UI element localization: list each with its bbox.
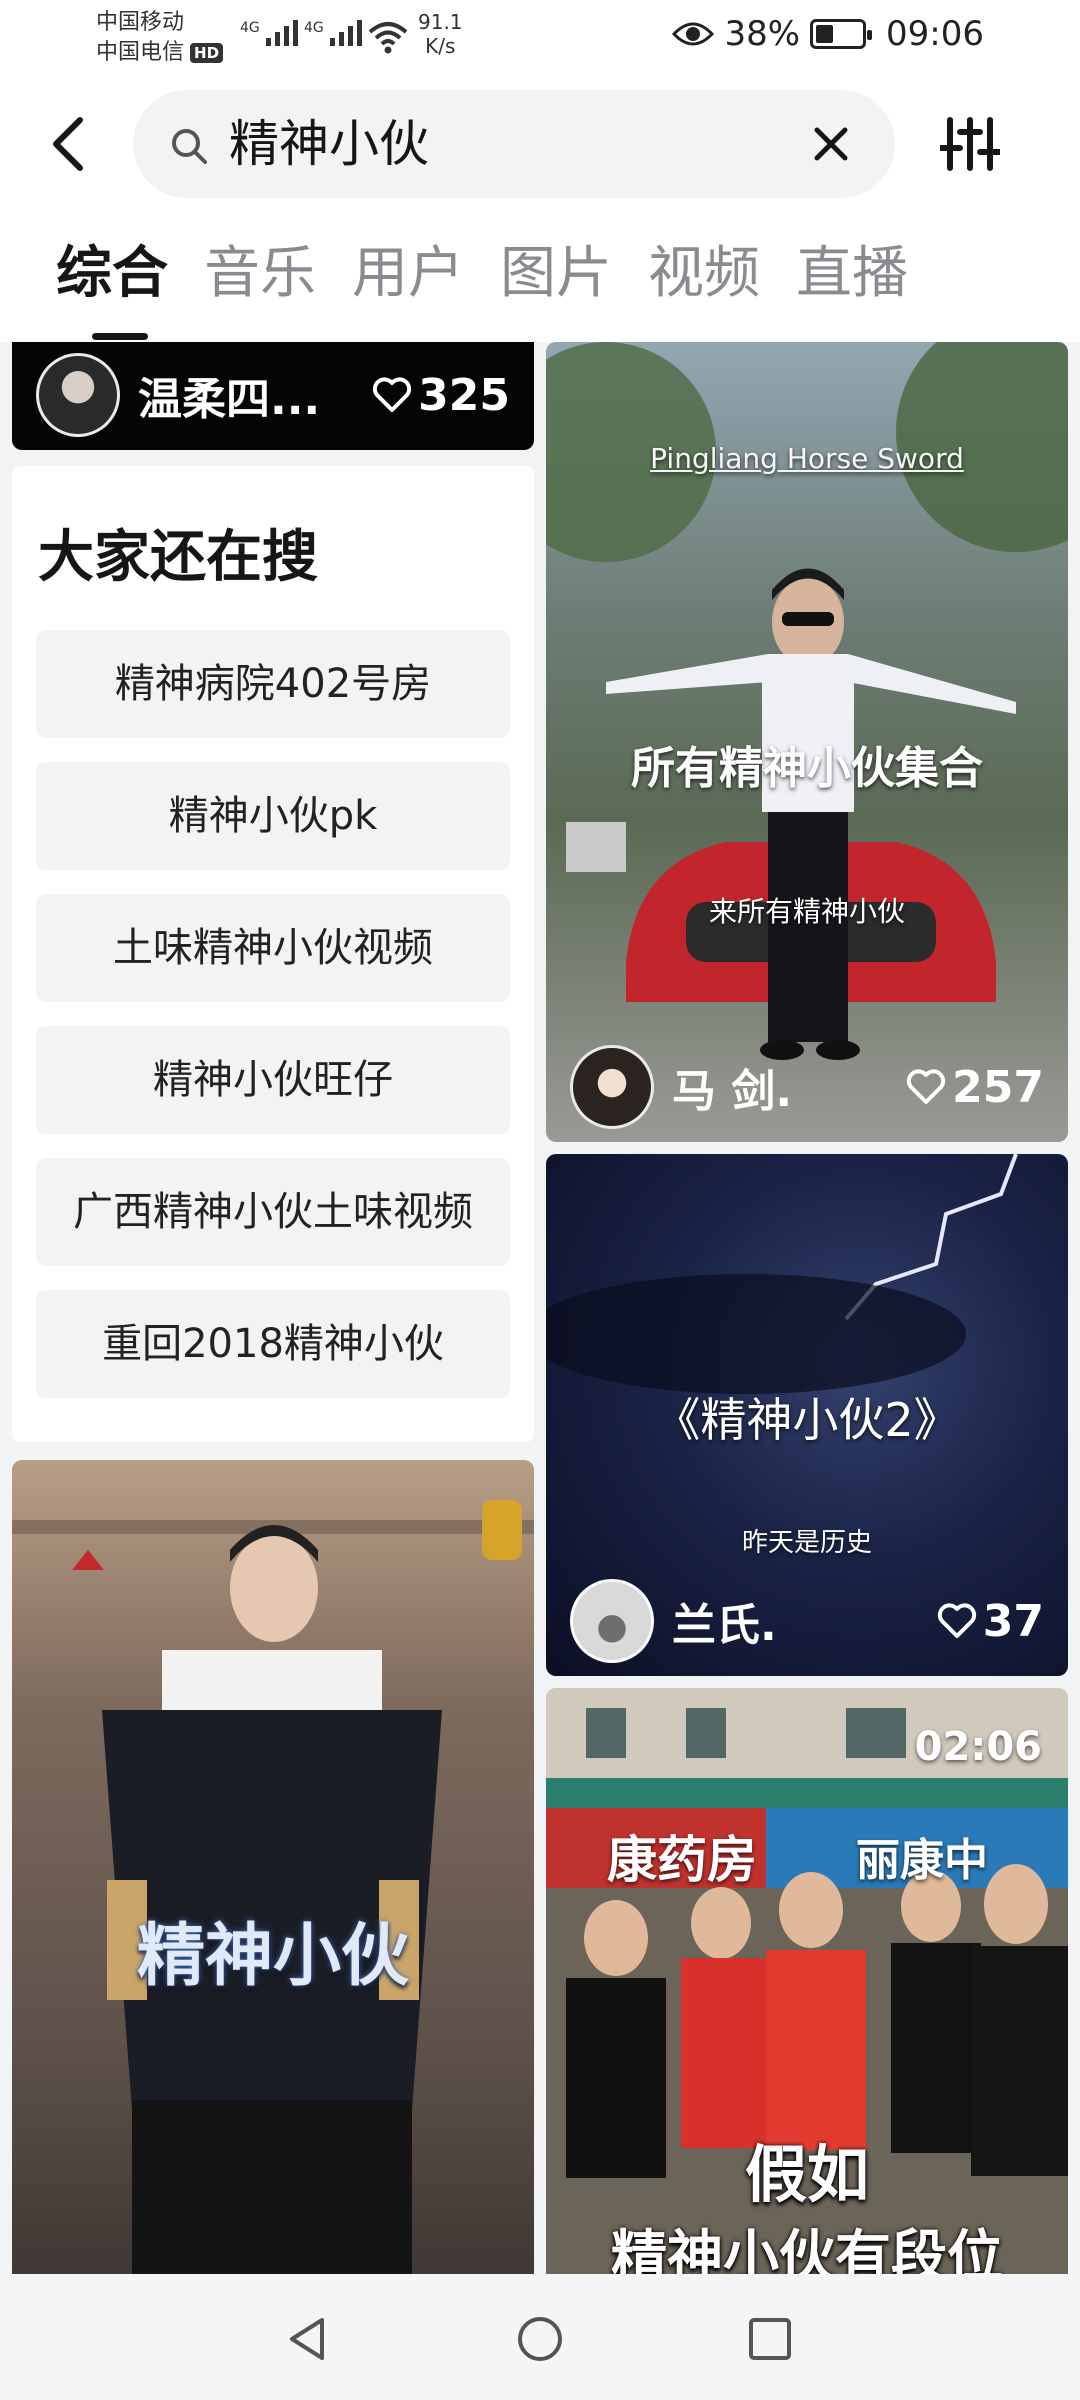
search-box[interactable]: 精神小伙 bbox=[133, 90, 895, 198]
carrier-2: 中国电信 bbox=[96, 40, 185, 65]
video-thumbnail bbox=[12, 1500, 534, 2274]
video-overlay-text: 《精神小伙2》 bbox=[654, 1393, 960, 1447]
nav-home-icon[interactable] bbox=[515, 2314, 565, 2364]
tab-images[interactable]: 图片 bbox=[500, 234, 612, 314]
card-user-strip: 温柔四... 325 bbox=[12, 342, 534, 450]
wifi-icon bbox=[368, 22, 408, 54]
video-card-top[interactable]: 温柔四... 325 bbox=[12, 342, 534, 450]
avatar[interactable] bbox=[570, 1579, 654, 1663]
nav-back-icon[interactable] bbox=[282, 2314, 332, 2364]
video-duration: 02:06 bbox=[914, 1724, 1042, 1770]
speed-unit: K/s bbox=[425, 34, 456, 58]
like-count[interactable]: 325 bbox=[372, 370, 510, 421]
video-card-2[interactable]: 《精神小伙2》 昨天是历史 兰氏. 37 bbox=[546, 1154, 1068, 1676]
avatar[interactable] bbox=[570, 1045, 654, 1129]
related-title: 大家还在搜 bbox=[38, 525, 318, 590]
card-username[interactable]: 马 剑. bbox=[672, 1055, 906, 1119]
tab-users[interactable]: 用户 bbox=[352, 234, 464, 314]
results-feed: 温柔四... 325 大家还在搜 精神病院402号房 精神小伙pk 土味精神小伙… bbox=[0, 342, 1080, 2274]
tab-videos[interactable]: 视频 bbox=[648, 234, 760, 314]
carrier-1: 中国移动 bbox=[96, 10, 185, 35]
card-username[interactable]: 兰氏. bbox=[672, 1589, 937, 1653]
video-subtitle: 昨天是历史 bbox=[741, 1528, 872, 1558]
hd-badge: HD bbox=[190, 43, 224, 63]
tab-music[interactable]: 音乐 bbox=[204, 234, 316, 314]
tab-comprehensive[interactable]: 综合 bbox=[56, 234, 168, 340]
signal-icon-1: 4G bbox=[240, 20, 298, 46]
video-subtitle: 来所有精神小伙 bbox=[708, 895, 905, 928]
video-card-3[interactable]: 02:06 康药房 丽康中 假如 精神小伙有段位 bbox=[546, 1688, 1068, 2274]
network-speed: 91.1 K/s bbox=[418, 10, 463, 58]
video-card-1[interactable]: Pingliang Horse Sword 所有精神小伙集合 来所有精神小伙 马… bbox=[546, 342, 1068, 1142]
clock: 09:06 bbox=[886, 14, 984, 54]
sign-text: Pingliang Horse Sword bbox=[650, 442, 964, 475]
speed-value: 91.1 bbox=[418, 10, 463, 34]
network-type-2: 4G bbox=[304, 20, 324, 36]
shop-sign-text-2: 丽康中 bbox=[856, 1835, 988, 1886]
related-search-item[interactable]: 广西精神小伙土味视频 bbox=[36, 1158, 510, 1266]
heart-icon bbox=[373, 377, 412, 412]
signal-icon-2: 4G bbox=[304, 20, 362, 46]
filter-icon[interactable] bbox=[940, 114, 1000, 174]
category-tabs: 综合 音乐 用户 图片 视频 直播 bbox=[56, 234, 908, 340]
avatar[interactable] bbox=[36, 353, 120, 437]
like-count-value: 257 bbox=[952, 1061, 1044, 1113]
like-count-value: 37 bbox=[982, 1595, 1044, 1647]
card-user-strip: 马 剑. 257 bbox=[546, 1032, 1068, 1142]
card-username[interactable]: 温柔四... bbox=[138, 363, 372, 427]
like-count-value: 325 bbox=[418, 369, 510, 421]
video-overlay-text-2: 精神小伙有段位 bbox=[611, 2225, 1003, 2274]
system-nav-bar bbox=[0, 2274, 1080, 2400]
video-card-left[interactable]: 精神小伙 bbox=[12, 1460, 534, 2274]
search-icon bbox=[172, 129, 207, 164]
back-button[interactable] bbox=[44, 112, 96, 176]
carrier-info: 中国移动 中国电信 HD bbox=[96, 8, 224, 68]
heart-icon bbox=[907, 1069, 946, 1104]
search-input[interactable]: 精神小伙 bbox=[229, 112, 429, 176]
tab-live[interactable]: 直播 bbox=[796, 234, 908, 314]
video-overlay-text: 精神小伙 bbox=[136, 1917, 409, 1996]
related-search-item[interactable]: 精神小伙旺仔 bbox=[36, 1026, 510, 1134]
like-count[interactable]: 37 bbox=[937, 1596, 1044, 1647]
network-type-1: 4G bbox=[240, 20, 260, 36]
clear-icon[interactable] bbox=[811, 124, 851, 164]
heart-icon bbox=[937, 1603, 976, 1638]
video-overlay-text: 所有精神小伙集合 bbox=[631, 743, 983, 794]
card-user-strip: 兰氏. 37 bbox=[546, 1566, 1068, 1676]
status-right: 38% 09:06 bbox=[672, 14, 984, 54]
battery-fill bbox=[816, 25, 834, 43]
related-search-item[interactable]: 重回2018精神小伙 bbox=[36, 1290, 510, 1398]
eye-comfort-icon bbox=[672, 22, 715, 46]
related-search-item[interactable]: 精神病院402号房 bbox=[36, 630, 510, 738]
battery-percent: 38% bbox=[724, 14, 801, 54]
related-search-item[interactable]: 精神小伙pk bbox=[36, 762, 510, 870]
related-search-item[interactable]: 土味精神小伙视频 bbox=[36, 894, 510, 1002]
like-count[interactable]: 257 bbox=[906, 1062, 1044, 1113]
video-overlay-text: 假如 bbox=[744, 2138, 869, 2211]
battery-icon bbox=[810, 19, 873, 49]
nav-recents-icon[interactable] bbox=[745, 2314, 795, 2364]
related-searches: 大家还在搜 精神病院402号房 精神小伙pk 土味精神小伙视频 精神小伙旺仔 广… bbox=[12, 466, 534, 1442]
status-bar: 中国移动 中国电信 HD 4G 4G 91.1 K/s 38% 09:06 bbox=[0, 0, 1080, 80]
